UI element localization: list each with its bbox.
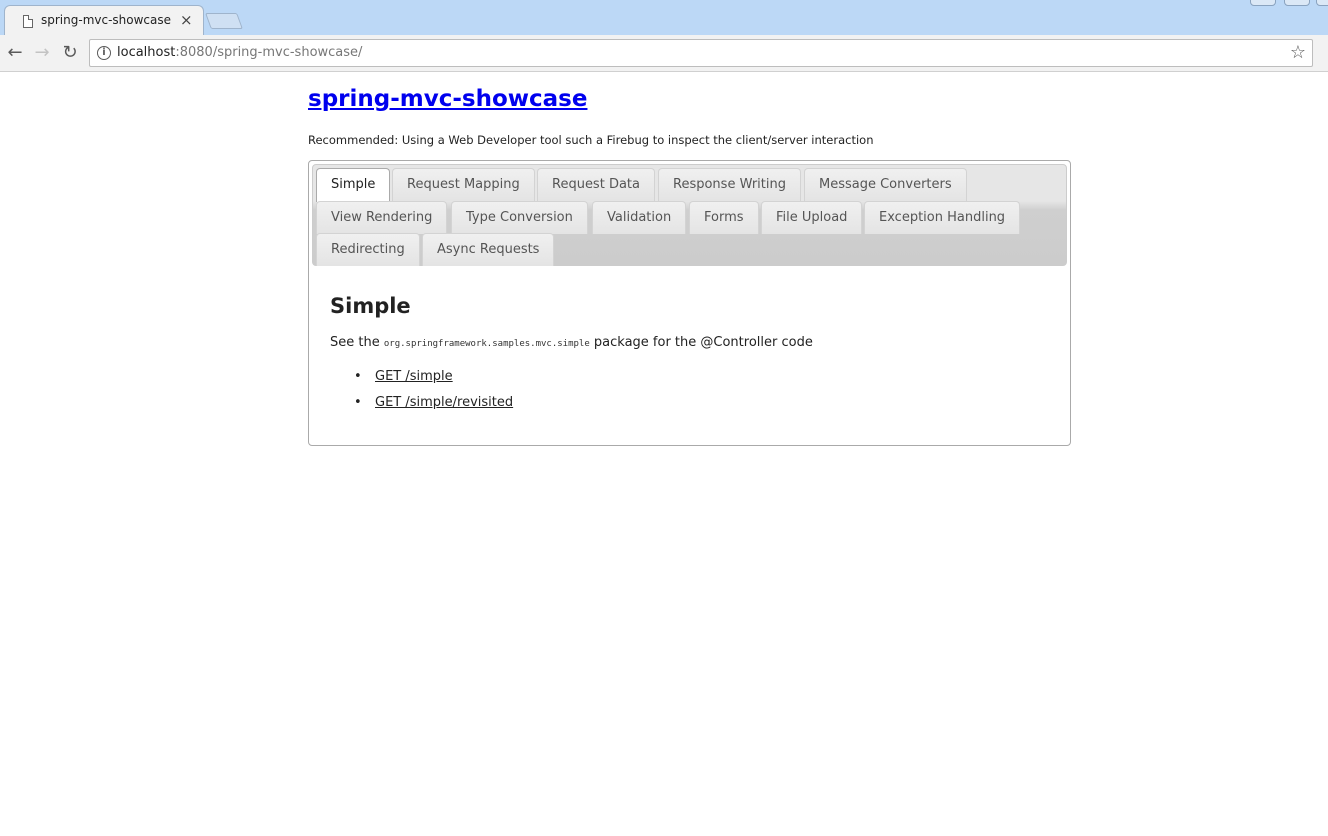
address-bar[interactable]: i localhost:8080/spring-mvc-showcase/ ☆	[89, 39, 1313, 67]
tab-async-requests[interactable]: Async Requests	[422, 233, 555, 266]
url-host: localhost	[117, 45, 176, 60]
tab-request-mapping[interactable]: Request Mapping	[392, 168, 535, 201]
package-name: org.springframework.samples.mvc.simple	[383, 339, 590, 349]
browser-toolbar: ← → ↻ i localhost:8080/spring-mvc-showca…	[0, 35, 1328, 72]
tab-view-rendering[interactable]: View Rendering	[316, 201, 448, 234]
minimize-button[interactable]	[1250, 0, 1276, 6]
browser-tab[interactable]: spring-mvc-showcase ×	[4, 5, 204, 36]
tab-simple[interactable]: Simple	[316, 168, 391, 202]
close-window-button[interactable]	[1316, 0, 1328, 6]
list-item: GET /simple	[354, 366, 513, 392]
page-icon	[23, 15, 33, 28]
list-item: GET /simple/revisited	[354, 392, 513, 418]
panel-heading: Simple	[330, 294, 411, 318]
tab-request-data[interactable]: Request Data	[537, 168, 655, 201]
tab-redirecting[interactable]: Redirecting	[316, 233, 420, 266]
browser-tab-title: spring-mvc-showcase	[41, 13, 172, 27]
panel-description: See the org.springframework.samples.mvc.…	[330, 335, 813, 350]
tab-nav: Simple Request Mapping Request Data Resp…	[312, 164, 1067, 266]
tab-exception-handling[interactable]: Exception Handling	[864, 201, 1021, 234]
reload-icon[interactable]: ↻	[58, 41, 82, 65]
url-path: :8080/spring-mvc-showcase/	[175, 45, 363, 60]
forward-arrow-icon[interactable]: →	[30, 41, 54, 65]
info-icon[interactable]: i	[97, 46, 111, 60]
back-arrow-icon[interactable]: ←	[3, 41, 27, 65]
browser-tabstrip: spring-mvc-showcase ×	[0, 0, 1328, 36]
tab-type-conversion[interactable]: Type Conversion	[451, 201, 588, 234]
bookmark-star-icon[interactable]: ☆	[1290, 42, 1306, 63]
desc-suffix: package for the @Controller code	[593, 335, 813, 350]
new-tab-button[interactable]	[205, 13, 243, 29]
recommendation-text: Recommended: Using a Web Developer tool …	[308, 133, 874, 147]
tab-response-writing[interactable]: Response Writing	[658, 168, 801, 201]
tab-validation[interactable]: Validation	[592, 201, 687, 234]
tab-file-upload[interactable]: File Upload	[761, 201, 863, 234]
desc-prefix: See the	[330, 335, 380, 350]
close-icon[interactable]: ×	[180, 11, 193, 29]
tab-message-converters[interactable]: Message Converters	[804, 168, 967, 201]
get-simple-link[interactable]: GET /simple	[375, 369, 453, 384]
link-list: GET /simple GET /simple/revisited	[354, 366, 513, 418]
maximize-button[interactable]	[1284, 0, 1310, 6]
get-simple-revisited-link[interactable]: GET /simple/revisited	[375, 395, 513, 410]
url-text[interactable]: localhost:8080/spring-mvc-showcase/	[117, 45, 362, 60]
page-title-link[interactable]: spring-mvc-showcase	[308, 86, 587, 112]
tab-forms[interactable]: Forms	[689, 201, 759, 234]
